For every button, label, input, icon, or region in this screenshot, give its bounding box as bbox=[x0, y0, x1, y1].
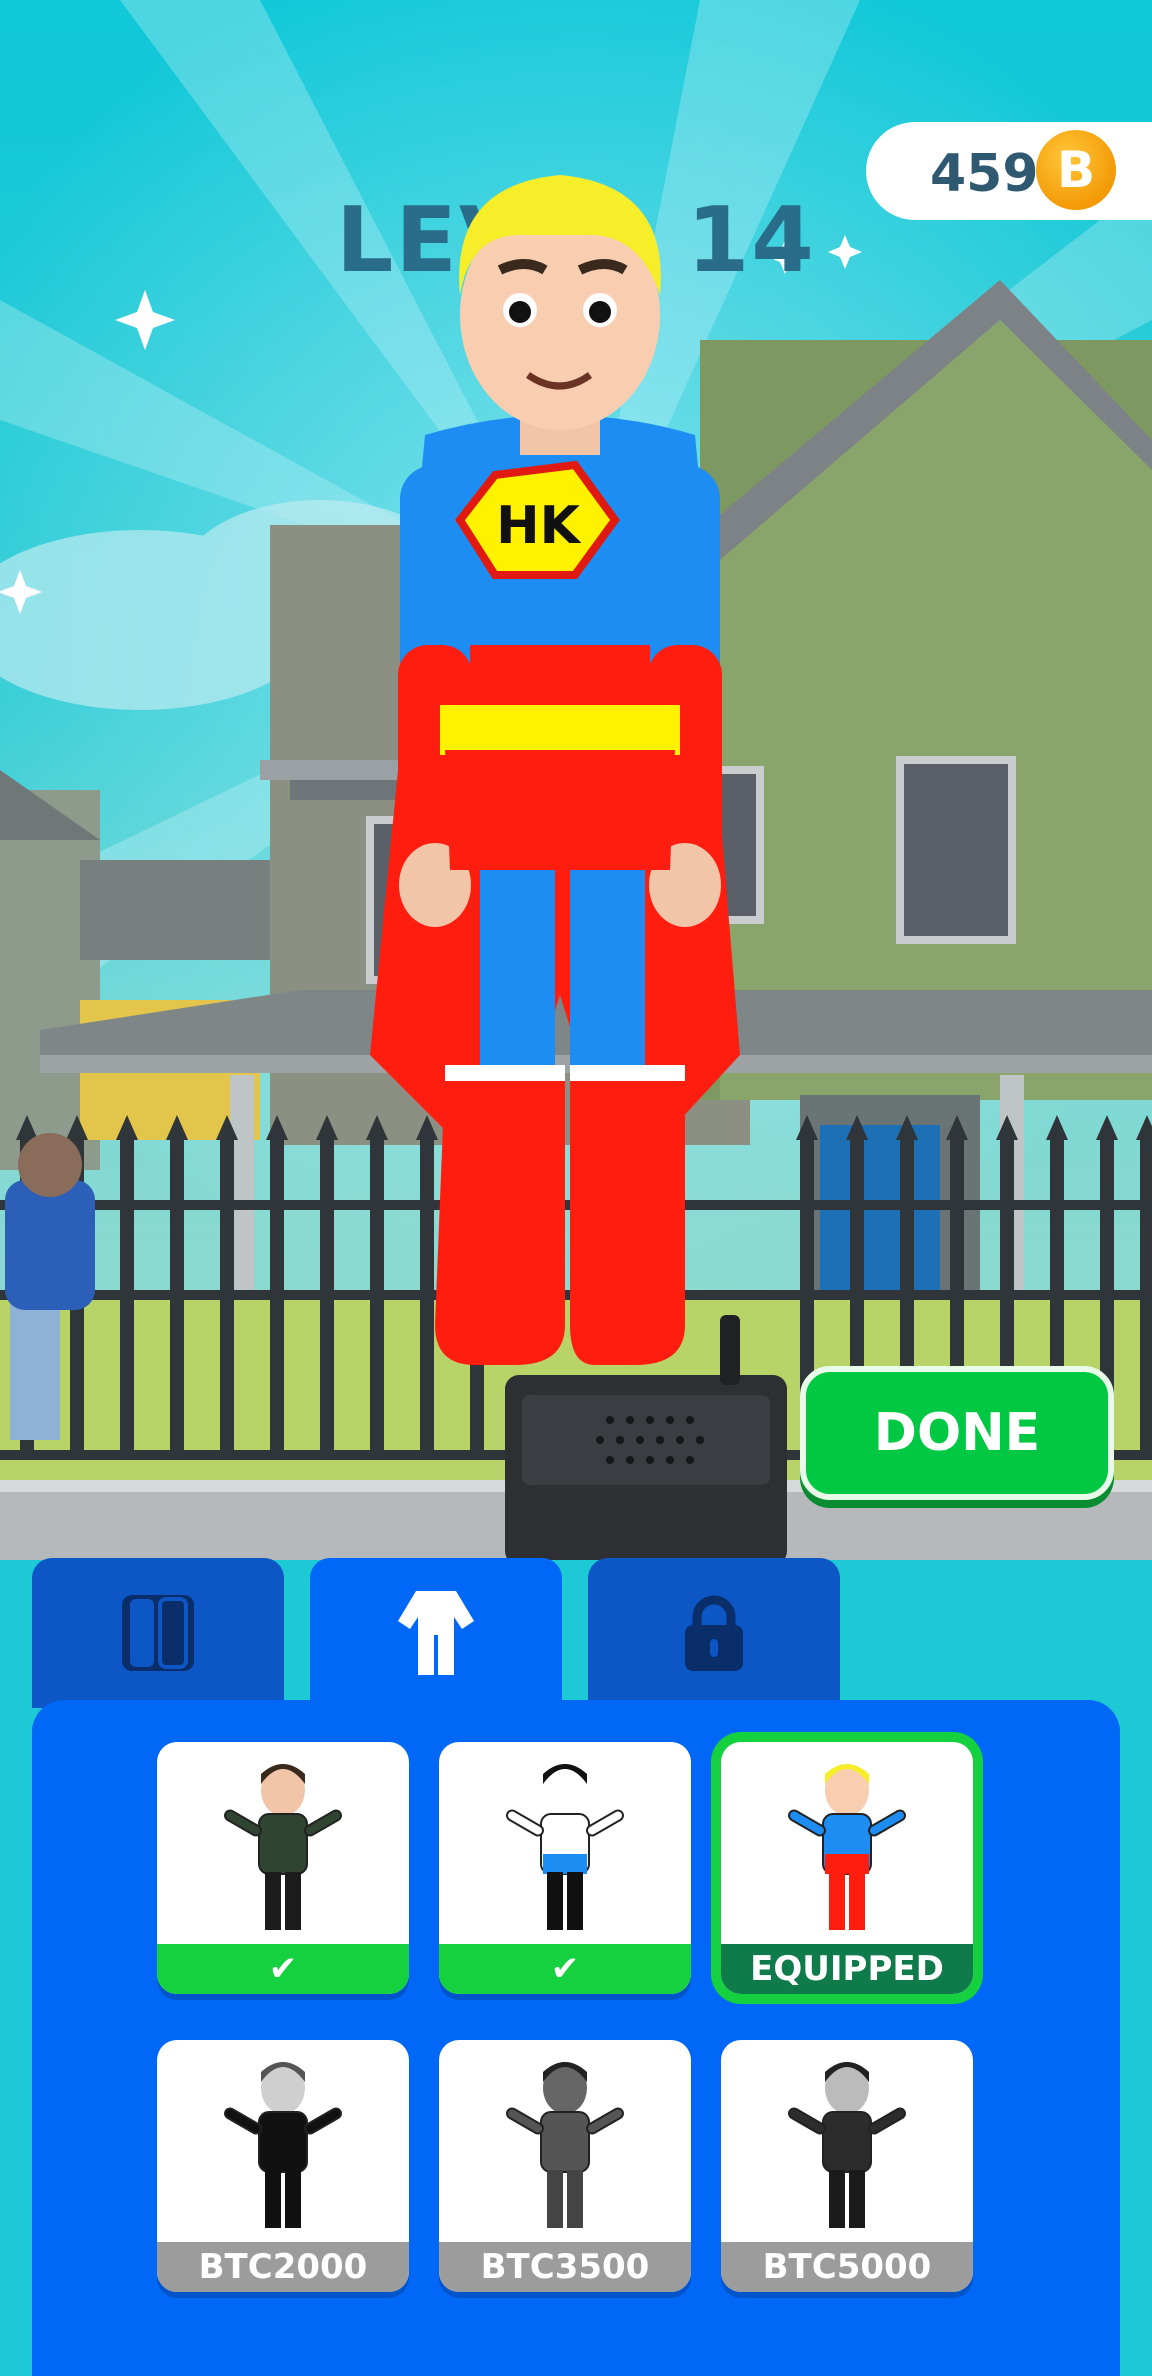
tab-phone-cases[interactable] bbox=[32, 1558, 284, 1708]
skin-card-panda[interactable]: ✔ bbox=[439, 1742, 691, 1994]
skin-card-armor[interactable]: BTC3500 bbox=[439, 2040, 691, 2292]
skin-preview-superhero bbox=[788, 1764, 906, 1930]
fence-bar bbox=[1140, 1140, 1152, 1460]
fence-bar bbox=[220, 1140, 234, 1460]
fence-bar bbox=[120, 1140, 134, 1460]
coin-counter: 459 B bbox=[866, 122, 1152, 220]
skin-preview-hoodie-guy bbox=[224, 1764, 342, 1930]
fence-bar bbox=[320, 1140, 334, 1460]
skin-card-hoodie-guy[interactable]: ✔ bbox=[157, 1742, 409, 1994]
tab-locked[interactable] bbox=[588, 1558, 840, 1708]
hero-emblem-text: HK bbox=[496, 496, 582, 556]
skin-status-hoodie-guy: ✔ bbox=[157, 1944, 409, 1994]
skin-preview-armor bbox=[506, 2062, 624, 2228]
skin-card-superhero[interactable]: EQUIPPED bbox=[721, 1742, 973, 1994]
skin-status-suit: BTC2000 bbox=[157, 2242, 409, 2292]
skin-preview-trench-coat bbox=[788, 2062, 906, 2228]
bitcoin-coin-icon: B bbox=[1036, 130, 1116, 210]
fence-bar bbox=[270, 1140, 284, 1460]
phone-case-icon bbox=[122, 1595, 194, 1671]
hero-character: HK bbox=[370, 175, 740, 1365]
outfit-icon bbox=[398, 1591, 474, 1675]
skin-card-suit[interactable]: BTC2000 bbox=[157, 2040, 409, 2292]
fence-bar bbox=[170, 1140, 184, 1460]
skin-preview-suit bbox=[224, 2062, 342, 2228]
skin-status-superhero: EQUIPPED bbox=[721, 1944, 973, 1994]
lock-icon bbox=[685, 1595, 743, 1671]
skin-status-trench-coat: BTC5000 bbox=[721, 2242, 973, 2292]
skin-status-panda: ✔ bbox=[439, 1944, 691, 1994]
done-button[interactable]: DONE bbox=[800, 1366, 1114, 1500]
skin-status-armor: BTC3500 bbox=[439, 2242, 691, 2292]
skin-preview-panda bbox=[506, 1764, 624, 1930]
coin-count: 459 bbox=[930, 144, 1039, 204]
tab-outfits[interactable] bbox=[310, 1558, 562, 1708]
shop-tabs bbox=[32, 1558, 1120, 1708]
skin-card-trench-coat[interactable]: BTC5000 bbox=[721, 2040, 973, 2292]
